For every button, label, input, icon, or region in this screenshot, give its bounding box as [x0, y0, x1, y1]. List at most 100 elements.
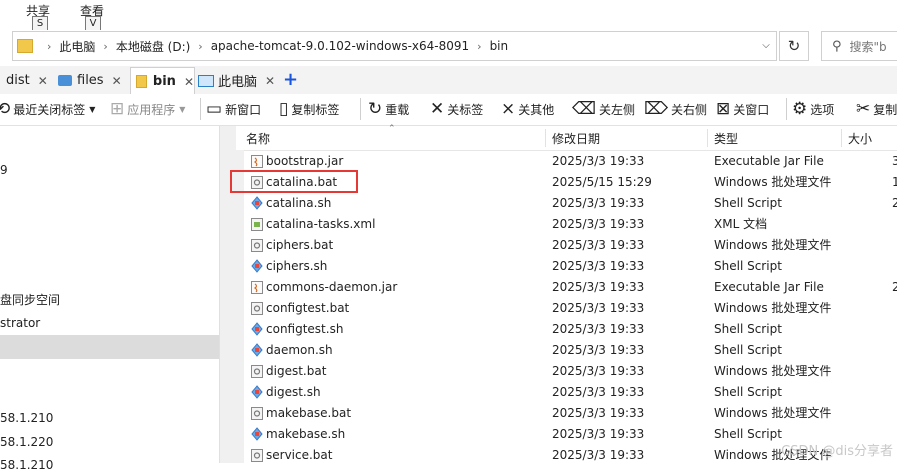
- nav-item[interactable]: 9: [0, 163, 8, 177]
- sh-icon: [250, 427, 264, 442]
- nav-selected-item[interactable]: [0, 335, 219, 359]
- close-left-button[interactable]: ⌫ 关左侧: [572, 96, 635, 122]
- toolbar-label: 最近关闭标签: [13, 102, 86, 117]
- folder-icon: [136, 75, 147, 88]
- nav-item[interactable]: 58.1.220: [0, 435, 53, 449]
- file-date: 2025/3/3 19:33: [552, 259, 645, 273]
- file-date: 2025/3/3 19:33: [552, 238, 645, 252]
- sh-icon: [250, 343, 264, 358]
- file-name: bootstrap.jar: [266, 154, 344, 168]
- file-list-scrollbar[interactable]: [235, 150, 244, 463]
- tab-files[interactable]: files ✕: [56, 68, 130, 93]
- file-name: configtest.bat: [266, 301, 350, 315]
- reload-button[interactable]: ↻ 重载: [368, 96, 409, 122]
- tab-dist[interactable]: dist ✕: [0, 68, 50, 93]
- bat-icon: [250, 301, 264, 316]
- xml-icon: [250, 217, 264, 232]
- copy-tab-button[interactable]: ▯ 复制标签: [279, 96, 339, 122]
- file-type: Windows 批处理文件: [714, 364, 832, 378]
- toolbar-label: 复制: [873, 102, 897, 117]
- table-row[interactable]: configtest.sh 2025/3/3 19:33 Shell Script: [244, 319, 897, 340]
- file-name: catalina-tasks.xml: [266, 217, 376, 231]
- recent-closed-button[interactable]: ⟲ 最近关闭标签 ▼: [0, 96, 95, 122]
- bat-icon: [250, 238, 264, 253]
- close-icon[interactable]: ✕: [265, 74, 275, 88]
- file-size: [892, 256, 897, 277]
- toolbar-label: 选项: [810, 102, 835, 117]
- nav-item[interactable]: 58.1.210: [0, 458, 53, 472]
- file-size: [892, 214, 897, 235]
- file-type: Windows 批处理文件: [714, 406, 832, 420]
- file-type: Executable Jar File: [714, 154, 824, 168]
- table-row[interactable]: catalina-tasks.xml 2025/3/3 19:33 XML 文档: [244, 214, 897, 235]
- sh-icon: [250, 322, 264, 337]
- chevron-down-icon: ⌵: [762, 39, 770, 51]
- table-row[interactable]: digest.sh 2025/3/3 19:33 Shell Script: [244, 382, 897, 403]
- chevron-right-icon: ›: [198, 39, 203, 53]
- breadcrumb-bin[interactable]: bin: [490, 39, 509, 53]
- close-right-button[interactable]: ⌦ 关右侧: [644, 96, 707, 122]
- close-tab-button[interactable]: ✕ 关标签: [430, 96, 483, 122]
- plus-icon: +: [283, 69, 299, 90]
- close-icon[interactable]: ✕: [112, 74, 122, 88]
- history-icon: ⟲: [0, 99, 11, 119]
- table-row[interactable]: digest.bat 2025/3/3 19:33 Windows 批处理文件: [244, 361, 897, 382]
- nav-item[interactable]: 盘同步空间: [0, 291, 60, 308]
- table-row[interactable]: ciphers.sh 2025/3/3 19:33 Shell Script: [244, 256, 897, 277]
- file-type: Shell Script: [714, 343, 782, 357]
- close-icon[interactable]: ✕: [38, 74, 48, 88]
- options-button[interactable]: ⚙ 选项: [792, 96, 834, 122]
- table-row[interactable]: commons-daemon.jar 2025/3/3 19:33 Executab…: [244, 277, 897, 298]
- breadcrumb-drive-d[interactable]: 本地磁盘 (D:): [116, 38, 190, 55]
- toolbar-label: 重载: [385, 102, 410, 117]
- sh-icon: [250, 259, 264, 274]
- refresh-icon: ↻: [787, 37, 801, 55]
- file-type: Shell Script: [714, 196, 782, 210]
- search-placeholder: 搜索"b: [849, 39, 887, 54]
- table-row[interactable]: makebase.bat 2025/3/3 19:33 Windows 批处理文件: [244, 403, 897, 424]
- table-row[interactable]: catalina.sh 2025/3/3 19:33 Shell Script 2: [244, 193, 897, 214]
- breadcrumb-tomcat[interactable]: apache-tomcat-9.0.102-windows-x64-8091: [211, 39, 469, 53]
- file-type: XML 文档: [714, 217, 768, 231]
- table-row[interactable]: ciphers.bat 2025/3/3 19:33 Windows 批处理文件: [244, 235, 897, 256]
- file-type: Shell Script: [714, 322, 782, 336]
- address-bar[interactable]: › 此电脑 › 本地磁盘 (D:) › apache-tomcat-9.0.10…: [12, 31, 777, 61]
- toolbar-label: 关左侧: [599, 102, 636, 117]
- copy-button[interactable]: ✂ 复制: [856, 96, 897, 122]
- address-dropdown-button[interactable]: ⌵: [757, 31, 775, 59]
- scissors-icon: ✂: [856, 99, 871, 119]
- add-tab-button[interactable]: +: [283, 69, 298, 90]
- search-box[interactable]: ⚲ 搜索"b: [821, 31, 897, 61]
- network-folder-icon: [58, 75, 72, 86]
- tab-bin[interactable]: bin ✕: [130, 67, 195, 95]
- toolbar-label: 关标签: [447, 102, 484, 117]
- apps-button[interactable]: ⊞ 应用程序 ▼: [110, 96, 185, 122]
- chevron-right-icon: ›: [477, 39, 482, 53]
- close-window-icon: ⊠: [716, 99, 731, 119]
- tab-label: files: [77, 73, 104, 88]
- chevron-right-icon: ›: [103, 39, 108, 53]
- file-date: 2025/3/3 19:33: [552, 280, 645, 294]
- column-header-size[interactable]: 大小: [842, 126, 897, 151]
- nav-item[interactable]: strator: [0, 316, 40, 330]
- close-icon[interactable]: ✕: [184, 75, 194, 89]
- file-name: digest.sh: [266, 385, 321, 399]
- tab-this-pc[interactable]: 此电脑 ✕: [198, 68, 278, 93]
- toolbar-label: 应用程序: [127, 102, 176, 117]
- file-type: Windows 批处理文件: [714, 238, 832, 252]
- close-others-button[interactable]: ⨯ 关其他: [501, 96, 554, 122]
- close-window-button[interactable]: ⊠ 关窗口: [716, 96, 769, 122]
- new-window-button[interactable]: ▭ 新窗口: [206, 96, 261, 122]
- refresh-button[interactable]: ↻: [779, 31, 809, 61]
- column-header-date[interactable]: 修改日期: [546, 126, 708, 151]
- column-label: 类型: [714, 131, 739, 146]
- table-row[interactable]: daemon.sh 2025/3/3 19:33 Shell Script: [244, 340, 897, 361]
- column-header-type[interactable]: 类型: [708, 126, 842, 151]
- nav-item[interactable]: 58.1.210: [0, 411, 53, 425]
- file-name: makebase.bat: [266, 406, 352, 420]
- breadcrumb-this-pc[interactable]: 此电脑: [59, 38, 95, 55]
- table-row[interactable]: bootstrap.jar 2025/3/3 19:33 Executable Ja…: [244, 151, 897, 172]
- table-row[interactable]: configtest.bat 2025/3/3 19:33 Windows 批处理文…: [244, 298, 897, 319]
- sort-ascending-icon: ⌃: [388, 124, 396, 134]
- file-size: [892, 298, 897, 319]
